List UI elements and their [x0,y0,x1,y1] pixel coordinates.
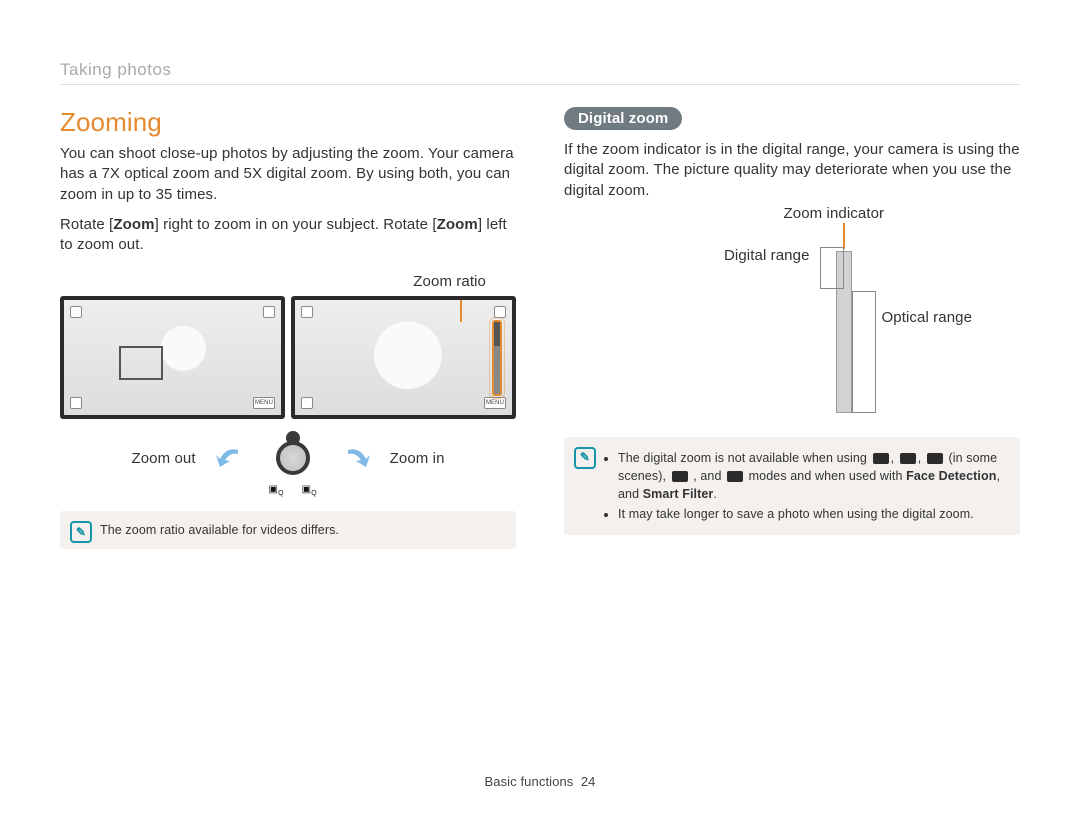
section-heading-zooming: Zooming [60,107,516,138]
note-icon: ✎ [70,521,92,543]
mode-icon [672,471,688,482]
zooming-intro: You can shoot close-up photos by adjusti… [60,144,516,205]
mode-icon [873,453,889,464]
zoom-ratio-bar [492,320,502,396]
osd-icon [494,306,506,318]
optical-range-bracket [852,291,876,413]
arrow-right-icon [342,447,370,469]
zoom-dial-diagram: Zoom out ▣Q▣Q Zoom in [60,429,516,487]
zoom-out-label: Zoom out [131,450,195,467]
zooming-instruction: Rotate [Zoom] right to zoom in on your s… [60,215,516,256]
digital-range-label: Digital range [724,247,810,264]
content-columns: Zooming You can shoot close-up photos by… [60,107,1020,549]
note-digital-zoom: ✎ The digital zoom is not available when… [564,437,1020,536]
note-item: It may take longer to save a photo when … [618,505,1006,523]
zoom-ratio-label: Zoom ratio [60,273,486,290]
osd-icon [263,306,275,318]
page-footer: Basic functions 24 [0,774,1080,789]
osd-icon [301,306,313,318]
menu-label: MENU [484,397,506,409]
osd-icon [70,306,82,318]
zoom-in-label: Zoom in [390,450,445,467]
digital-zoom-intro: If the zoom indicator is in the digital … [564,140,1020,201]
optical-range-label: Optical range [882,309,973,326]
camera-preview-wide: MENU [60,296,285,419]
zoom-range-diagram: Digital range Zoom indicator Optical ran… [724,223,1020,413]
menu-label: MENU [253,397,275,409]
digital-zoom-heading: Digital zoom [564,107,682,130]
zoom-diagram: Zoom ratio MENU MENU [60,273,516,487]
mode-icon [727,471,743,482]
autofocus-frame [119,346,163,380]
digital-range-bracket [820,247,844,289]
osd-icon [70,397,82,409]
note-item: The digital zoom is not available when u… [618,449,1006,503]
mode-icon [900,453,916,464]
left-column: Zooming You can shoot close-up photos by… [60,107,516,549]
zoom-indicator-label: Zoom indicator [784,205,885,222]
breadcrumb: Taking photos [60,60,1020,85]
right-column: Digital zoom If the zoom indicator is in… [564,107,1020,549]
osd-icon [301,397,313,409]
zoom-dial-icon: ▣Q▣Q [264,429,322,487]
note-zoom-ratio-video: ✎ The zoom ratio available for videos di… [60,511,516,549]
mode-icon [927,453,943,464]
zoom-indicator-leader [843,223,845,249]
arrow-left-icon [216,447,244,469]
camera-preview-zoomed: MENU [291,296,516,419]
note-icon: ✎ [574,447,596,469]
